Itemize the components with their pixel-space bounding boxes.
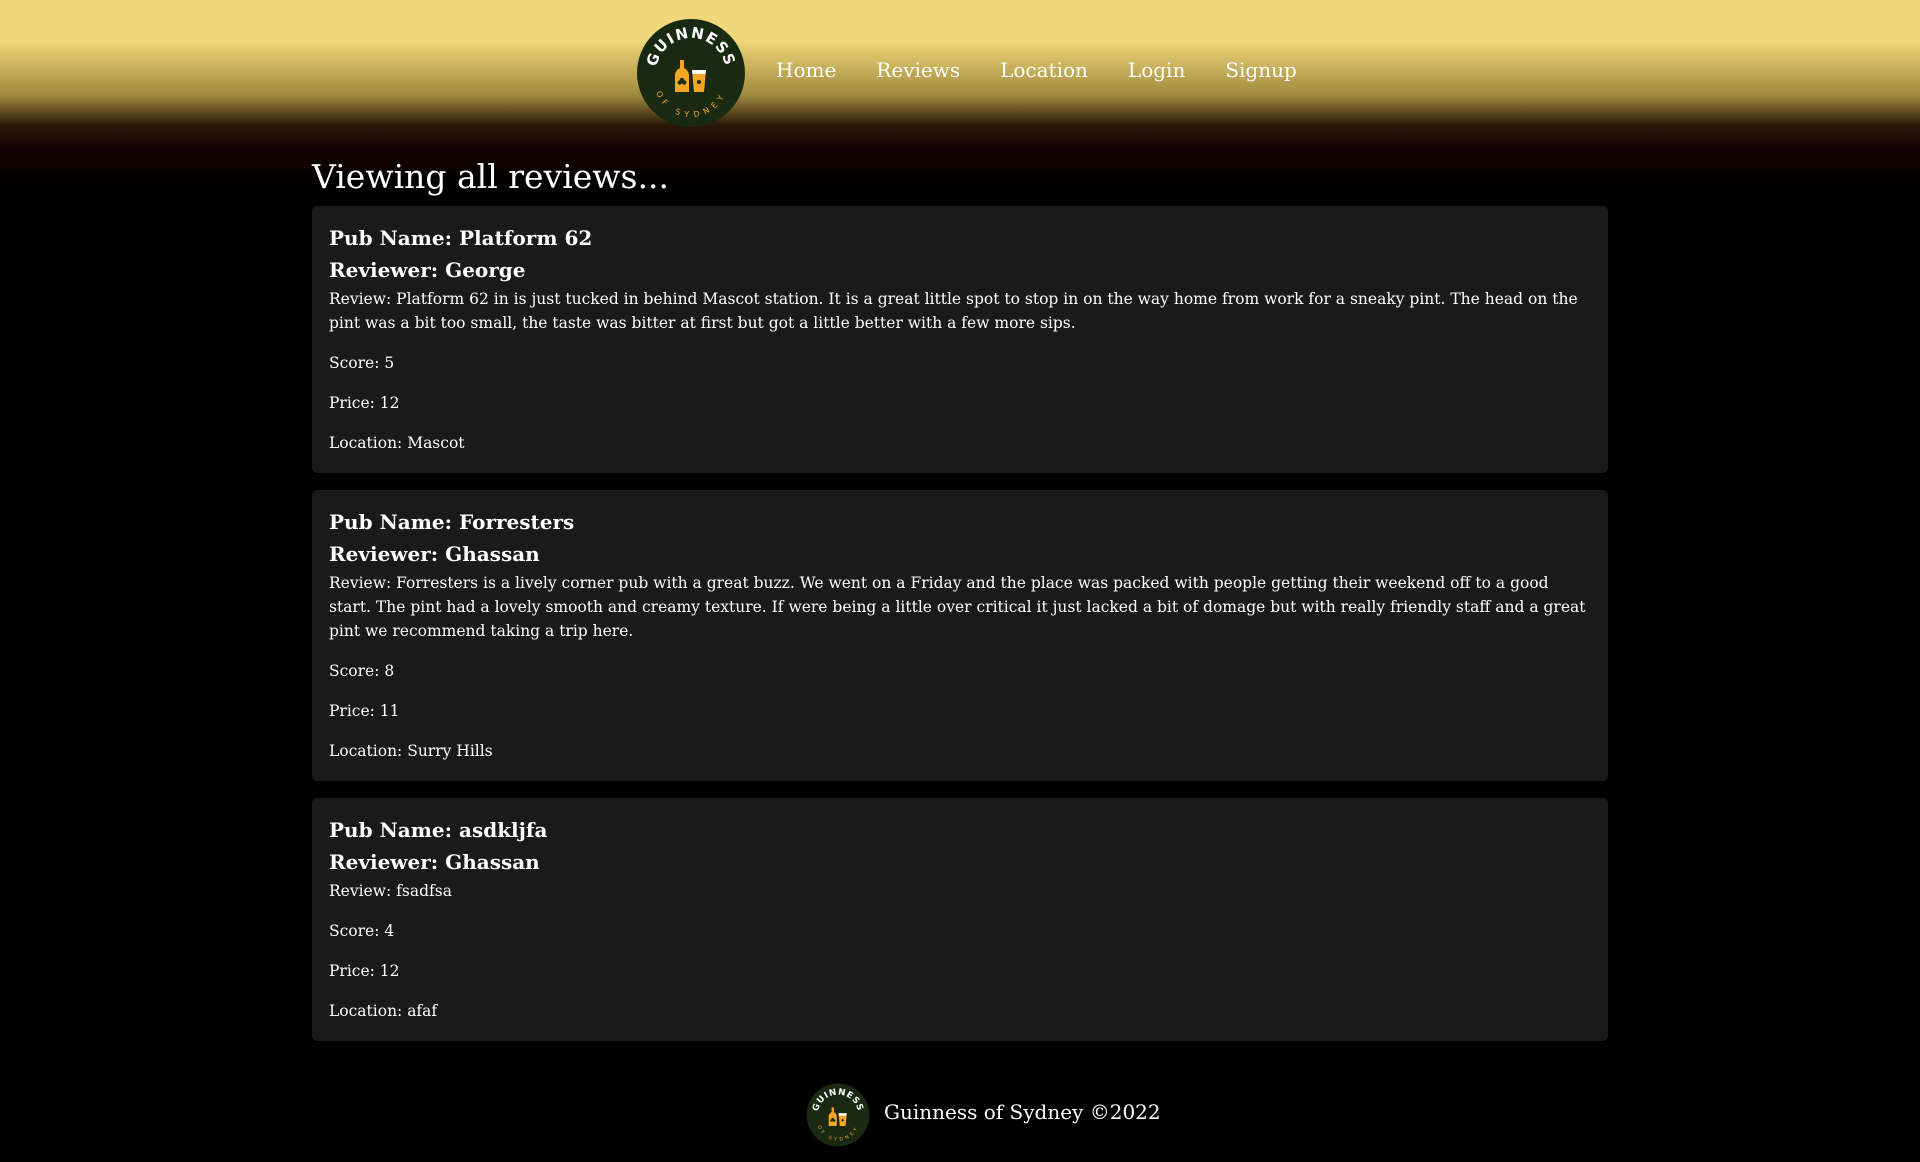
page-title: Viewing all reviews... <box>312 157 669 196</box>
pub-name: Pub Name: Forresters <box>329 510 575 534</box>
review-location: Location: afaf <box>329 1002 438 1020</box>
footer-logo: GUINNESS OF SYDNEY <box>806 1083 870 1147</box>
pub-name: Pub Name: Platform 62 <box>329 226 593 250</box>
review-score: Score: 8 <box>329 662 395 680</box>
nav-login-link[interactable]: Login <box>1128 58 1185 82</box>
review-score: Score: 5 <box>329 354 395 372</box>
main-content: Viewing all reviews... Pub Name: Platfor… <box>312 156 1608 1058</box>
review-text: Review: Platform 62 in is just tucked in… <box>329 290 1578 332</box>
nav-reviews-link[interactable]: Reviews <box>876 58 960 82</box>
pub-name: Pub Name: asdkljfa <box>329 818 548 842</box>
review-location: Location: Mascot <box>329 434 465 452</box>
review-text: Review: Forresters is a lively corner pu… <box>329 574 1586 640</box>
reviewer-name: Reviewer: George <box>329 258 526 282</box>
review-card: Pub Name: Platform 62 Reviewer: George R… <box>312 206 1608 473</box>
nav-location-link[interactable]: Location <box>1000 58 1088 82</box>
site-header: GUINNESS OF SYDNEY Home Reviews Location… <box>636 18 1337 128</box>
review-score: Score: 4 <box>329 922 395 940</box>
review-card: Pub Name: Forresters Reviewer: Ghassan R… <box>312 490 1608 781</box>
footer-copyright: Guinness of Sydney ©2022 <box>884 1100 1161 1124</box>
nav-home-link[interactable]: Home <box>776 58 836 82</box>
review-price: Price: 12 <box>329 962 400 980</box>
review-price: Price: 12 <box>329 394 400 412</box>
main-nav: Home Reviews Location Login Signup <box>776 58 1337 82</box>
reviewer-name: Reviewer: Ghassan <box>329 850 540 874</box>
review-card: Pub Name: asdkljfa Reviewer: Ghassan Rev… <box>312 798 1608 1041</box>
review-price: Price: 11 <box>329 702 400 720</box>
review-location: Location: Surry Hills <box>329 742 493 760</box>
site-footer: GUINNESS OF SYDNEY Guinness of Sydney ©2… <box>806 1083 1161 1147</box>
guinness-logo[interactable]: GUINNESS OF SYDNEY <box>636 18 746 128</box>
nav-signup-link[interactable]: Signup <box>1225 58 1296 82</box>
reviewer-name: Reviewer: Ghassan <box>329 542 540 566</box>
page: GUINNESS OF SYDNEY Home Reviews Location… <box>0 0 1920 1162</box>
review-text: Review: fsadfsa <box>329 882 452 900</box>
